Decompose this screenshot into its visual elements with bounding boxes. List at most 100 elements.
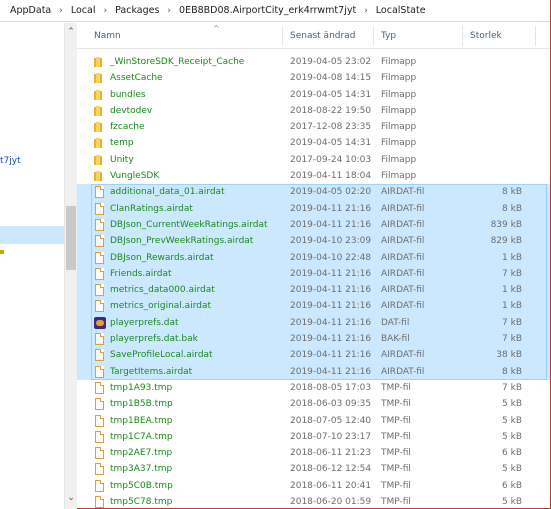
column-name-header[interactable]: Namn bbox=[94, 31, 121, 47]
scrollbar-thumb[interactable] bbox=[66, 206, 76, 270]
file-type: TMP-fil bbox=[381, 448, 411, 459]
file-icon bbox=[95, 284, 104, 297]
file-rows: _WinStoreSDK_Receipt_Cache 2019-04-05 23:… bbox=[77, 54, 550, 509]
file-name: tmp2AE7.tmp bbox=[110, 448, 173, 459]
file-row[interactable]: SaveProfileLocal.airdat 2019-04-11 21:16 A… bbox=[77, 347, 550, 364]
column-divider[interactable] bbox=[373, 26, 374, 46]
file-row[interactable]: Unity 2017-09-24 10:03 Filmapp bbox=[77, 152, 550, 168]
file-size: 8 kB bbox=[502, 203, 522, 214]
file-name: tmp3A37.tmp bbox=[110, 464, 173, 475]
file-type: AIRDAT-fil bbox=[381, 366, 425, 377]
nav-item-label[interactable]: t7jyt bbox=[0, 156, 21, 166]
file-size: 38 kB bbox=[496, 350, 522, 361]
file-type: TMP-fil bbox=[381, 399, 411, 410]
file-icon bbox=[95, 496, 104, 509]
file-type: AIRDAT-fil bbox=[381, 350, 425, 361]
file-row[interactable]: devtodev 2018-08-22 19:50 Filmapp bbox=[77, 103, 550, 119]
file-icon bbox=[95, 463, 104, 476]
file-row[interactable]: AssetCache 2019-04-08 14:15 Filmapp bbox=[77, 70, 550, 86]
chevron-right-icon: › bbox=[103, 5, 108, 16]
column-size-header[interactable]: Storlek bbox=[470, 31, 502, 47]
breadcrumb-package[interactable]: 0EB8BD08.AirportCity_erk4rrwmt7jyt bbox=[178, 5, 357, 16]
file-row[interactable]: tmp2AE7.tmp 2018-06-11 21:23 TMP-fil 6 kB bbox=[77, 445, 550, 461]
file-row[interactable]: TargetItems.airdat 2019-04-11 21:16 AIRDAT… bbox=[77, 363, 550, 381]
breadcrumb-appdata[interactable]: AppData bbox=[9, 5, 52, 16]
scroll-up-icon[interactable]: ⌃ bbox=[65, 27, 77, 37]
file-date: 2017-12-08 23:35 bbox=[290, 122, 372, 133]
file-type: TMP-fil bbox=[381, 480, 411, 491]
file-row[interactable]: _WinStoreSDK_Receipt_Cache 2019-04-05 23:… bbox=[77, 54, 550, 70]
file-date: 2019-04-11 21:16 bbox=[290, 268, 372, 279]
file-row[interactable]: DBJson_CurrentWeekRatings.airdat 2019-04-… bbox=[77, 216, 550, 234]
file-row[interactable]: DBJson_PrevWeekRatings.airdat 2019-04-10 … bbox=[77, 233, 550, 250]
file-row[interactable]: additional_data_01.airdat 2019-04-05 02:2… bbox=[77, 184, 550, 201]
file-size: 839 kB bbox=[490, 219, 522, 230]
file-name: devtodev bbox=[110, 105, 153, 116]
file-name: fzcache bbox=[110, 122, 145, 133]
file-date: 2017-09-24 10:03 bbox=[290, 154, 372, 165]
file-size: 5 kB bbox=[502, 399, 522, 410]
file-row[interactable]: VungleSDK 2019-04-11 18:04 Filmapp bbox=[77, 168, 550, 184]
file-type: AIRDAT-fil bbox=[381, 236, 425, 247]
file-date: 2019-04-11 21:16 bbox=[290, 350, 372, 361]
file-name: tmp1A93.tmp bbox=[110, 382, 173, 393]
breadcrumb-packages[interactable]: Packages bbox=[114, 5, 160, 16]
file-icon bbox=[95, 202, 104, 215]
breadcrumb-localstate[interactable]: LocalState bbox=[375, 5, 427, 16]
vertical-scrollbar[interactable]: ⌃ ⌄ bbox=[65, 23, 77, 509]
file-icon bbox=[95, 479, 104, 492]
file-name: tmp1BEA.tmp bbox=[110, 415, 173, 426]
address-bar[interactable]: AppData › Local › Packages › 0EB8BD08.Ai… bbox=[0, 0, 550, 22]
file-row[interactable]: tmp5C78.tmp 2018-06-20 01:59 TMP-fil 5 kB bbox=[77, 494, 550, 509]
file-row[interactable]: tmp1C7A.tmp 2018-07-10 23:17 TMP-fil 5 kB bbox=[77, 429, 550, 445]
chevron-right-icon: › bbox=[167, 5, 172, 16]
file-row[interactable]: fzcache 2017-12-08 23:35 Filmapp bbox=[77, 119, 550, 135]
folder-icon bbox=[94, 171, 106, 182]
column-divider[interactable] bbox=[462, 26, 463, 46]
scroll-down-icon[interactable]: ⌄ bbox=[65, 493, 77, 503]
file-size: 1 kB bbox=[502, 252, 522, 263]
file-row[interactable]: playerprefs.dat 2019-04-11 21:16 DAT-fil 7 … bbox=[77, 314, 550, 332]
column-divider[interactable] bbox=[535, 26, 536, 46]
file-type: TMP-fil bbox=[381, 382, 411, 393]
navigation-pane: t7jyt bbox=[0, 23, 65, 509]
file-row[interactable]: metrics_original.airdat 2019-04-11 21:16 A… bbox=[77, 298, 550, 316]
file-row[interactable]: temp 2019-04-05 14:31 Filmapp bbox=[77, 135, 550, 151]
file-name: DBJson_Rewards.airdat bbox=[110, 252, 214, 263]
column-divider[interactable] bbox=[282, 26, 283, 46]
breadcrumb-local[interactable]: Local bbox=[70, 5, 97, 16]
file-type: AIRDAT-fil bbox=[381, 268, 425, 279]
file-row[interactable]: metrics_data000.airdat 2019-04-11 21:16 AI… bbox=[77, 282, 550, 299]
column-type-header[interactable]: Typ bbox=[381, 31, 396, 47]
file-row[interactable]: bundles 2019-04-05 14:31 Filmapp bbox=[77, 87, 550, 103]
file-size: 5 kB bbox=[502, 464, 522, 475]
file-row[interactable]: tmp5C0B.tmp 2018-06-11 20:41 TMP-fil 6 kB bbox=[77, 478, 550, 494]
column-date-header[interactable]: Senast ändrad bbox=[290, 31, 355, 47]
file-size: 8 kB bbox=[502, 366, 522, 377]
file-row[interactable]: tmp1A93.tmp 2018-08-05 17:03 TMP-fil 7 kB bbox=[77, 380, 550, 396]
file-type: TMP-fil bbox=[381, 464, 411, 475]
file-date: 2018-08-05 17:03 bbox=[290, 382, 372, 393]
file-row[interactable]: tmp1B5B.tmp 2018-06-03 09:35 TMP-fil 5 kB bbox=[77, 396, 550, 412]
file-date: 2018-06-12 12:54 bbox=[290, 464, 372, 475]
file-type: TMP-fil bbox=[381, 415, 411, 426]
file-name: tmp1C7A.tmp bbox=[110, 431, 173, 442]
file-date: 2019-04-05 14:31 bbox=[290, 138, 372, 149]
file-row[interactable]: ClanRatings.airdat 2019-04-11 21:16 AIRDAT… bbox=[77, 200, 550, 218]
file-type: Filmapp bbox=[381, 89, 417, 100]
file-row[interactable]: DBJson_Rewards.airdat 2019-04-10 22:48 AIR… bbox=[77, 249, 550, 267]
file-size: 5 kB bbox=[502, 431, 522, 442]
nav-item-selected[interactable] bbox=[0, 226, 64, 244]
file-size: 829 kB bbox=[490, 236, 522, 247]
file-date: 2019-04-08 14:15 bbox=[290, 73, 372, 84]
file-row[interactable]: tmp3A37.tmp 2018-06-12 12:54 TMP-fil 5 kB bbox=[77, 461, 550, 477]
file-name: Friends.airdat bbox=[110, 268, 172, 279]
file-name: metrics_original.airdat bbox=[110, 301, 211, 312]
file-size: 1 kB bbox=[502, 301, 522, 312]
file-row[interactable]: Friends.airdat 2019-04-11 21:16 AIRDAT-fil… bbox=[77, 265, 550, 283]
file-row[interactable]: tmp1BEA.tmp 2018-07-05 12:40 TMP-fil 5 kB bbox=[77, 413, 550, 429]
file-size: 5 kB bbox=[502, 497, 522, 508]
folder-icon bbox=[94, 154, 106, 165]
file-icon bbox=[95, 381, 104, 394]
file-row[interactable]: playerprefs.dat.bak 2019-04-11 21:16 BAK-f… bbox=[77, 331, 550, 348]
